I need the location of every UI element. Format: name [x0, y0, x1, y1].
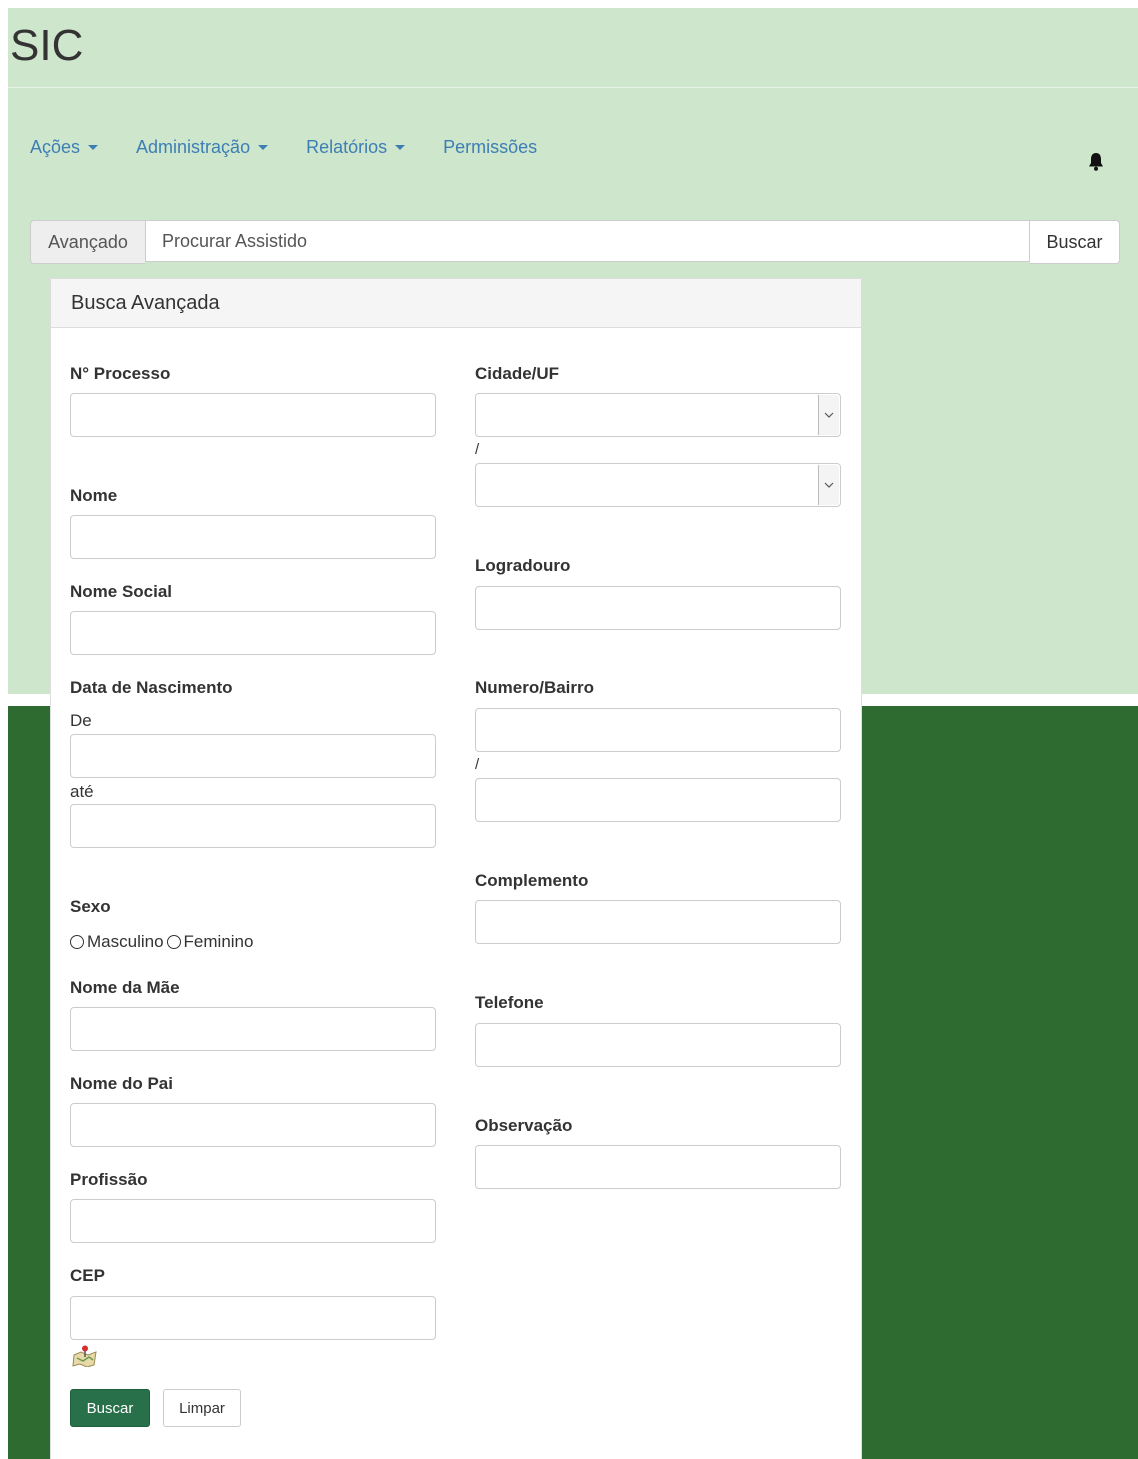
- search-button[interactable]: Buscar: [1030, 220, 1120, 264]
- cidade-select[interactable]: [475, 393, 841, 437]
- data-nascimento-label: Data de Nascimento: [70, 678, 233, 697]
- nome-input[interactable]: [70, 515, 436, 559]
- nome-social-input[interactable]: [70, 611, 436, 655]
- date-from-input[interactable]: [70, 734, 436, 778]
- numero-bairro-label: Numero/Bairro: [475, 678, 595, 697]
- numero-input[interactable]: [475, 708, 841, 752]
- radio-feminino[interactable]: [166, 935, 181, 949]
- nav-item-relatorios[interactable]: Relatórios: [306, 137, 406, 158]
- telefone-label: Telefone: [475, 993, 544, 1012]
- processo-label: N° Processo: [70, 364, 171, 383]
- caret-down-icon: [258, 145, 269, 150]
- sexo-options: Masculino Feminino: [70, 932, 253, 952]
- app-title[interactable]: SIC: [10, 24, 83, 68]
- profissao-label: Profissão: [70, 1170, 148, 1189]
- nome-label: Nome: [70, 486, 118, 505]
- bell-icon[interactable]: [1087, 152, 1105, 172]
- radio-masculino-label: Masculino: [87, 932, 164, 951]
- main-nav: Ações Administração Relatórios Permissõe…: [30, 137, 575, 158]
- separator: /: [475, 756, 480, 773]
- profissao-input[interactable]: [70, 1199, 436, 1243]
- chevron-down-icon: [818, 465, 839, 505]
- panel-title: Busca Avançada: [51, 279, 861, 328]
- observacao-input[interactable]: [475, 1145, 841, 1189]
- logradouro-label: Logradouro: [475, 556, 571, 575]
- observacao-label: Observação: [475, 1116, 573, 1135]
- header-divider: [8, 87, 1138, 88]
- chevron-down-icon: [818, 395, 839, 435]
- processo-input[interactable]: [70, 393, 436, 437]
- separator: /: [475, 441, 480, 458]
- logradouro-input[interactable]: [475, 586, 841, 630]
- clear-button[interactable]: Limpar: [163, 1389, 241, 1427]
- search-input[interactable]: [145, 220, 1030, 262]
- search-bar: Avançado Buscar: [30, 220, 1120, 264]
- date-from-label: De: [70, 711, 92, 730]
- complemento-label: Complemento: [475, 871, 589, 890]
- cidade-uf-label: Cidade/UF: [475, 364, 560, 383]
- advanced-search-toggle[interactable]: Avançado: [30, 220, 145, 264]
- complemento-input[interactable]: [475, 900, 841, 944]
- nome-pai-label: Nome do Pai: [70, 1074, 173, 1093]
- date-to-label: até: [70, 782, 94, 801]
- bairro-input[interactable]: [475, 778, 841, 822]
- radio-feminino-label: Feminino: [183, 932, 254, 951]
- nome-mae-label: Nome da Mãe: [70, 978, 180, 997]
- nome-pai-input[interactable]: [70, 1103, 436, 1147]
- caret-down-icon: [88, 145, 99, 150]
- nome-mae-input[interactable]: [70, 1007, 436, 1051]
- telefone-input[interactable]: [475, 1023, 841, 1067]
- nav-item-permissoes[interactable]: Permissões: [443, 137, 537, 158]
- panel-search-button[interactable]: Buscar: [70, 1389, 150, 1427]
- cep-input[interactable]: [70, 1296, 436, 1340]
- nav-item-label: Relatórios: [306, 137, 388, 157]
- caret-down-icon: [395, 145, 406, 150]
- sexo-label: Sexo: [70, 897, 111, 916]
- nav-item-label: Administração: [136, 137, 251, 157]
- map-pin-icon[interactable]: [72, 1345, 98, 1367]
- cep-label: CEP: [70, 1266, 105, 1285]
- nav-item-label: Ações: [30, 137, 81, 157]
- radio-masculino[interactable]: [70, 935, 84, 949]
- advanced-search-panel: Busca Avançada: [50, 278, 862, 1459]
- nav-item-label: Permissões: [443, 137, 538, 157]
- nav-item-administracao[interactable]: Administração: [136, 137, 269, 158]
- uf-select[interactable]: [475, 463, 841, 507]
- nav-item-acoes[interactable]: Ações: [30, 137, 99, 158]
- nome-social-label: Nome Social: [70, 582, 173, 601]
- date-to-input[interactable]: [70, 804, 436, 848]
